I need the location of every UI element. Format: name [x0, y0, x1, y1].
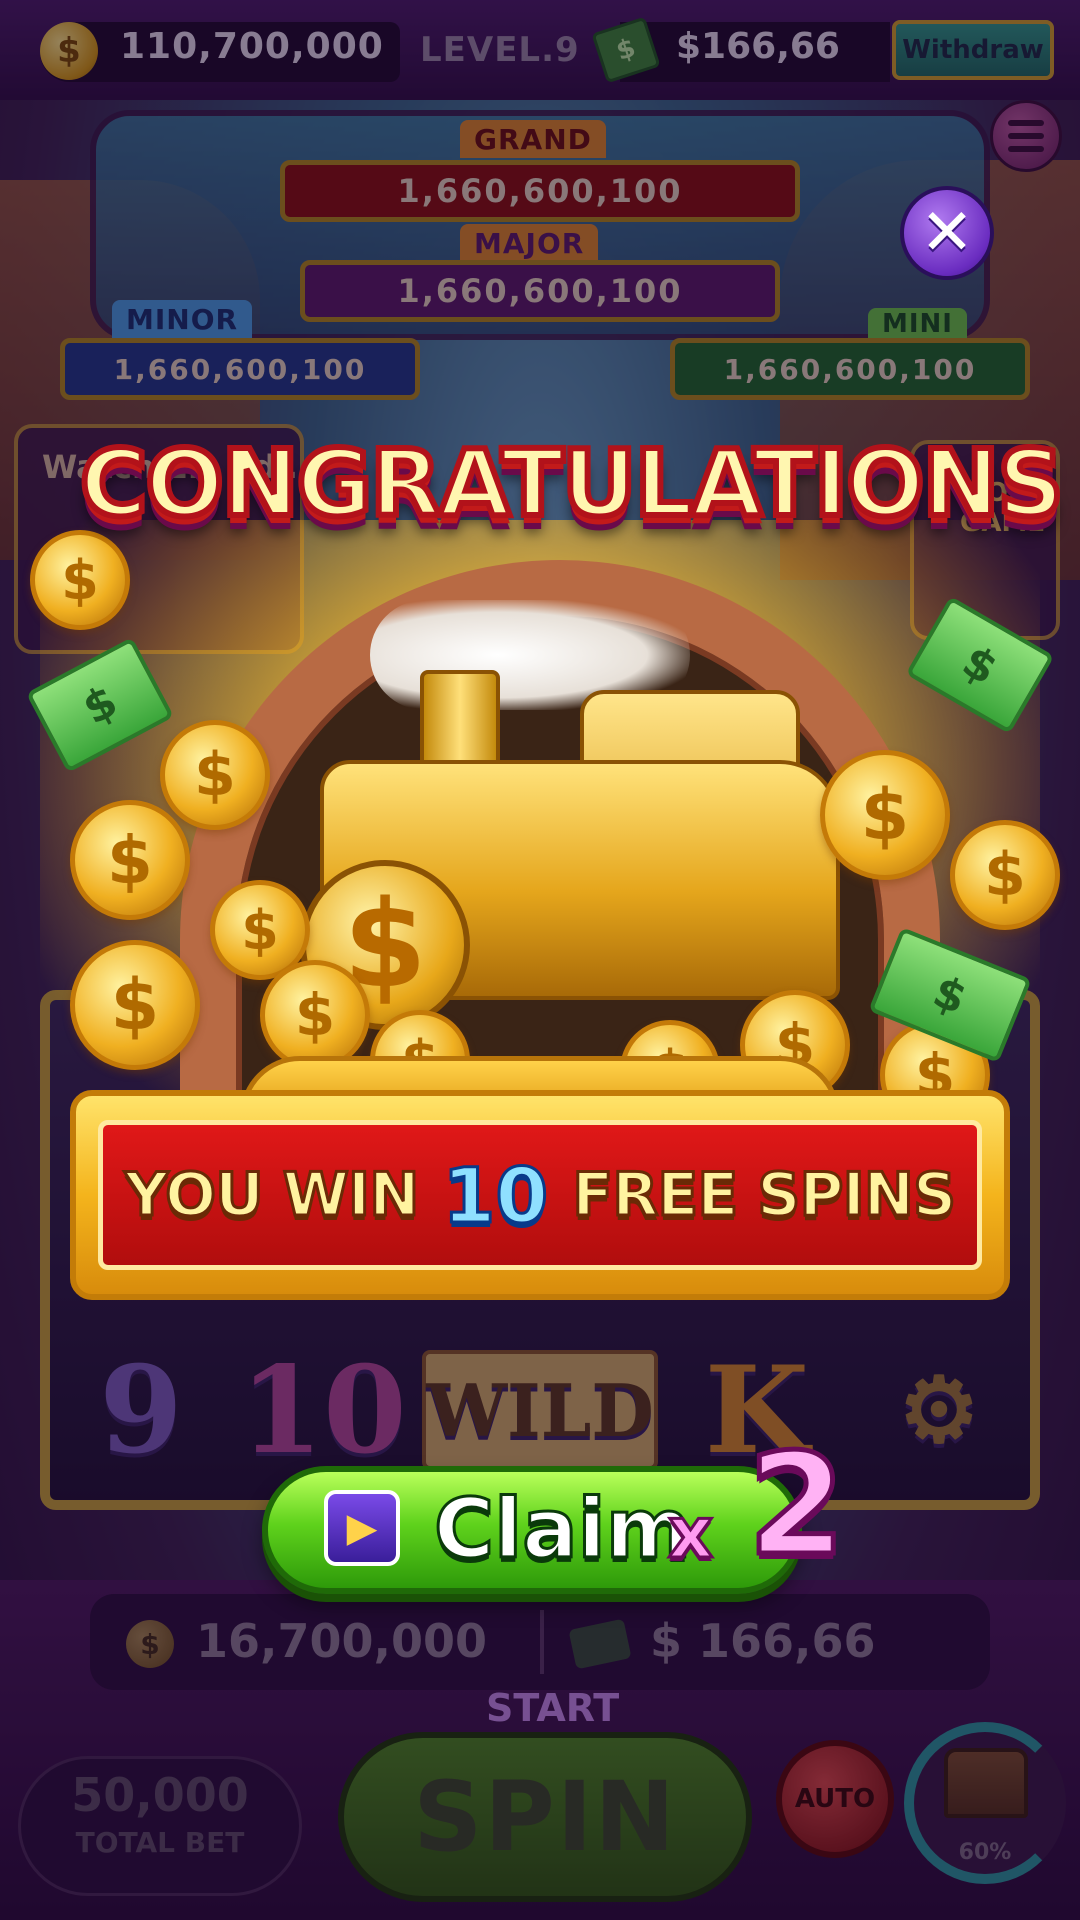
win-suffix: FREE SPINS [571, 1159, 958, 1232]
coin-icon: $ [70, 940, 200, 1070]
congratulations-title: CONGRATULATIONS [77, 427, 1067, 540]
claim-multiplier-value: 2 [745, 1422, 847, 1590]
claim-multiplier-x: x [666, 1491, 714, 1576]
win-prefix: YOU WIN [123, 1159, 421, 1232]
coin-icon: $ [820, 750, 950, 880]
free-spins-count: 10 [441, 1149, 550, 1241]
claim-label: Claim [432, 1481, 692, 1579]
coin-icon: $ [70, 800, 190, 920]
coin-icon: $ [30, 530, 130, 630]
close-icon[interactable]: ✕ [900, 186, 994, 280]
video-clapperboard-icon: ▶ [324, 1490, 400, 1566]
coin-icon: $ [950, 820, 1060, 930]
win-banner: YOU WIN 10 FREE SPINS [98, 1120, 982, 1270]
coin-icon: $ [160, 720, 270, 830]
coin-icon: $ [260, 960, 370, 1070]
